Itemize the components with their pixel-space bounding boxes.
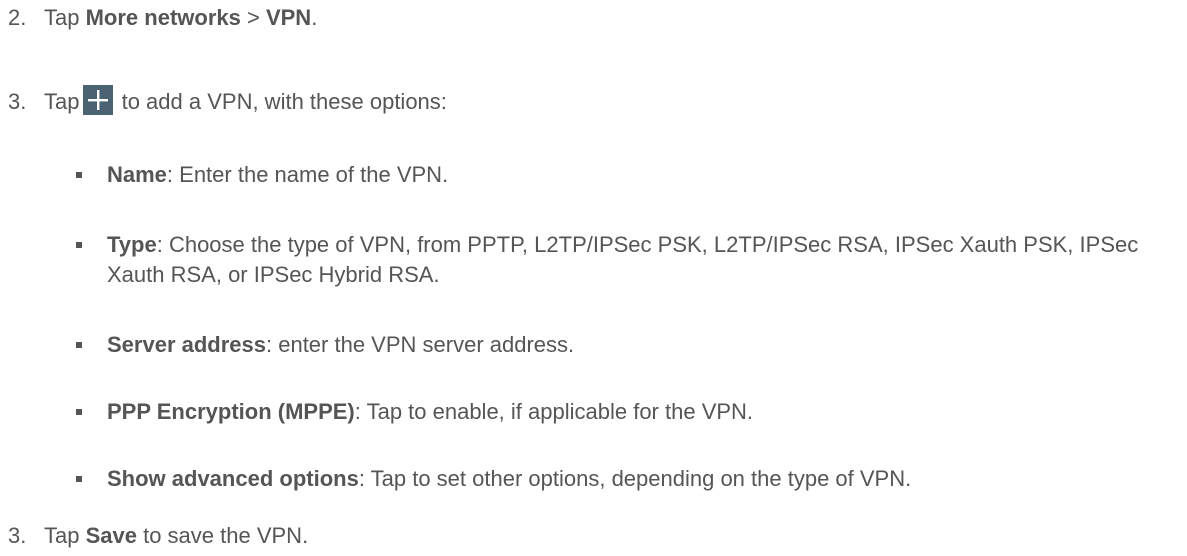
option-description: : Enter the name of the VPN.	[166, 162, 449, 187]
step-text-pre: Tap	[44, 5, 86, 30]
step-number: 3.	[8, 89, 27, 114]
option-description: : Tap to set other options, depending on…	[358, 466, 912, 491]
vpn-label: VPN	[265, 5, 312, 30]
step-text-pre: Tap	[44, 523, 86, 548]
step-number: 2.	[8, 5, 27, 30]
bullet-icon	[76, 409, 82, 415]
step-text-post: .	[311, 5, 318, 30]
plus-icon	[83, 85, 114, 115]
list-item: Server address: enter the VPN server add…	[76, 330, 1176, 360]
step-text-post: to save the VPN.	[136, 523, 309, 548]
step-more-networks: 2. Tap More networks > VPN.	[8, 3, 317, 33]
step-text-post: to add a VPN, with these options:	[115, 89, 447, 114]
option-description: : enter the VPN server address.	[266, 332, 575, 357]
step-number: 3.	[8, 523, 27, 548]
option-label: Show advanced options	[107, 466, 359, 491]
bullet-icon	[76, 172, 82, 178]
bullet-icon	[76, 342, 82, 348]
list-item: Type: Choose the type of VPN, from PPTP,…	[76, 230, 1176, 290]
step-text-sep: >	[240, 5, 266, 30]
save-label: Save	[85, 523, 137, 548]
option-description: : Choose the type of VPN, from PPTP, L2T…	[107, 232, 1139, 287]
bullet-icon	[76, 242, 82, 248]
step-text-pre: Tap	[44, 89, 80, 114]
option-description: : Tap to enable, if applicable for the V…	[354, 399, 754, 424]
bullet-icon	[76, 476, 82, 482]
option-label: PPP Encryption (MPPE)	[107, 399, 355, 424]
list-item: Name: Enter the name of the VPN.	[76, 160, 1176, 190]
list-item: PPP Encryption (MPPE): Tap to enable, if…	[76, 397, 1176, 427]
option-label: Type	[107, 232, 157, 257]
option-label: Server address	[107, 332, 266, 357]
step-save: 3. Tap Save to save the VPN.	[8, 521, 308, 551]
more-networks-label: More networks	[85, 5, 241, 30]
step-add-vpn: 3. Tap to add a VPN, with these options:	[8, 85, 447, 117]
list-item: Show advanced options: Tap to set other …	[76, 464, 1176, 494]
option-label: Name	[107, 162, 167, 187]
